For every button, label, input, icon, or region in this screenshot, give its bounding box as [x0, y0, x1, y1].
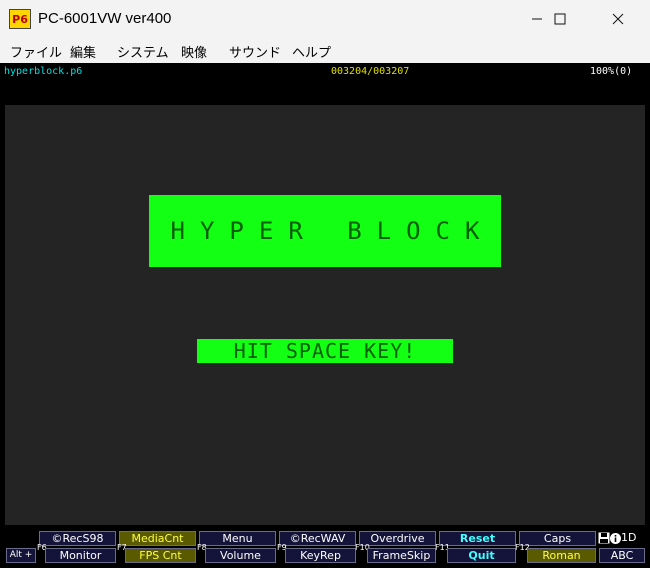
- status-indicators: 1D: [598, 531, 636, 544]
- close-button[interactable]: [595, 0, 641, 38]
- fkey-f8-volume[interactable]: Volume: [205, 548, 276, 563]
- menu-edit[interactable]: 編集: [70, 42, 96, 61]
- menu-help[interactable]: ヘルプ: [292, 42, 331, 61]
- close-icon: [612, 13, 624, 25]
- window-title: PC-6001VW ver400: [38, 10, 172, 27]
- p6-app-icon[interactable]: P6: [9, 9, 31, 29]
- fkey-f6-monitor[interactable]: Monitor: [45, 548, 116, 563]
- fkey-alt-f12-caps[interactable]: Caps: [519, 531, 596, 546]
- status-line: hyperblock.p6 003204/003207 100%(0): [0, 63, 650, 81]
- fkey-alt-f10-overdrive[interactable]: Overdrive: [359, 531, 436, 546]
- fkey-f11-quit[interactable]: Quit: [447, 548, 516, 563]
- menu-bar: ファイル 編集 システム 映像 サウンド ヘルプ: [0, 38, 650, 63]
- fkey-f10-frameskip[interactable]: FrameSkip: [367, 548, 436, 563]
- fkey-alt-f7-mediacnt[interactable]: MediaCnt: [119, 531, 196, 546]
- tape-counter: 003204/003207: [331, 66, 410, 77]
- menu-sound[interactable]: サウンド: [229, 42, 281, 61]
- fkey-alt-f8-menu[interactable]: Menu: [199, 531, 276, 546]
- drive-indicator: 1D: [621, 531, 637, 544]
- loaded-filename: hyperblock.p6: [4, 66, 83, 77]
- speed-indicator: 100%(0): [590, 66, 633, 77]
- start-prompt: HIT SPACE KEY!: [197, 339, 453, 363]
- menu-file[interactable]: ファイル: [10, 42, 62, 61]
- menu-video[interactable]: 映像: [181, 42, 207, 61]
- maximize-button[interactable]: [537, 0, 583, 38]
- title-bar: P6 PC-6001VW ver400: [0, 0, 650, 38]
- menu-system[interactable]: システム: [117, 42, 169, 61]
- emulator-screen[interactable]: [5, 105, 645, 525]
- maximize-icon: [554, 13, 566, 25]
- fkey-alt-f6-recs98[interactable]: ©RecS98: [39, 531, 116, 546]
- floppy-disk-icon: [598, 532, 610, 544]
- info-icon: [610, 532, 621, 544]
- kana-mode-abc[interactable]: ABC: [599, 548, 645, 563]
- fkey-alt-f11-reset[interactable]: Reset: [439, 531, 516, 546]
- fkey-alt-f9-recwav[interactable]: ©RecWAV: [279, 531, 356, 546]
- fkey-f12-roman[interactable]: Roman: [527, 548, 596, 563]
- fkey-f9-keyrep[interactable]: KeyRep: [285, 548, 356, 563]
- game-title-block: HYPER BLOCK: [149, 195, 501, 267]
- alt-modifier-label: Alt +: [6, 548, 36, 563]
- emulator-window: P6 PC-6001VW ver400 ファイル 編集 システム 映像 サウンド…: [0, 0, 650, 568]
- fkey-f7-fps-cnt[interactable]: FPS Cnt: [125, 548, 196, 563]
